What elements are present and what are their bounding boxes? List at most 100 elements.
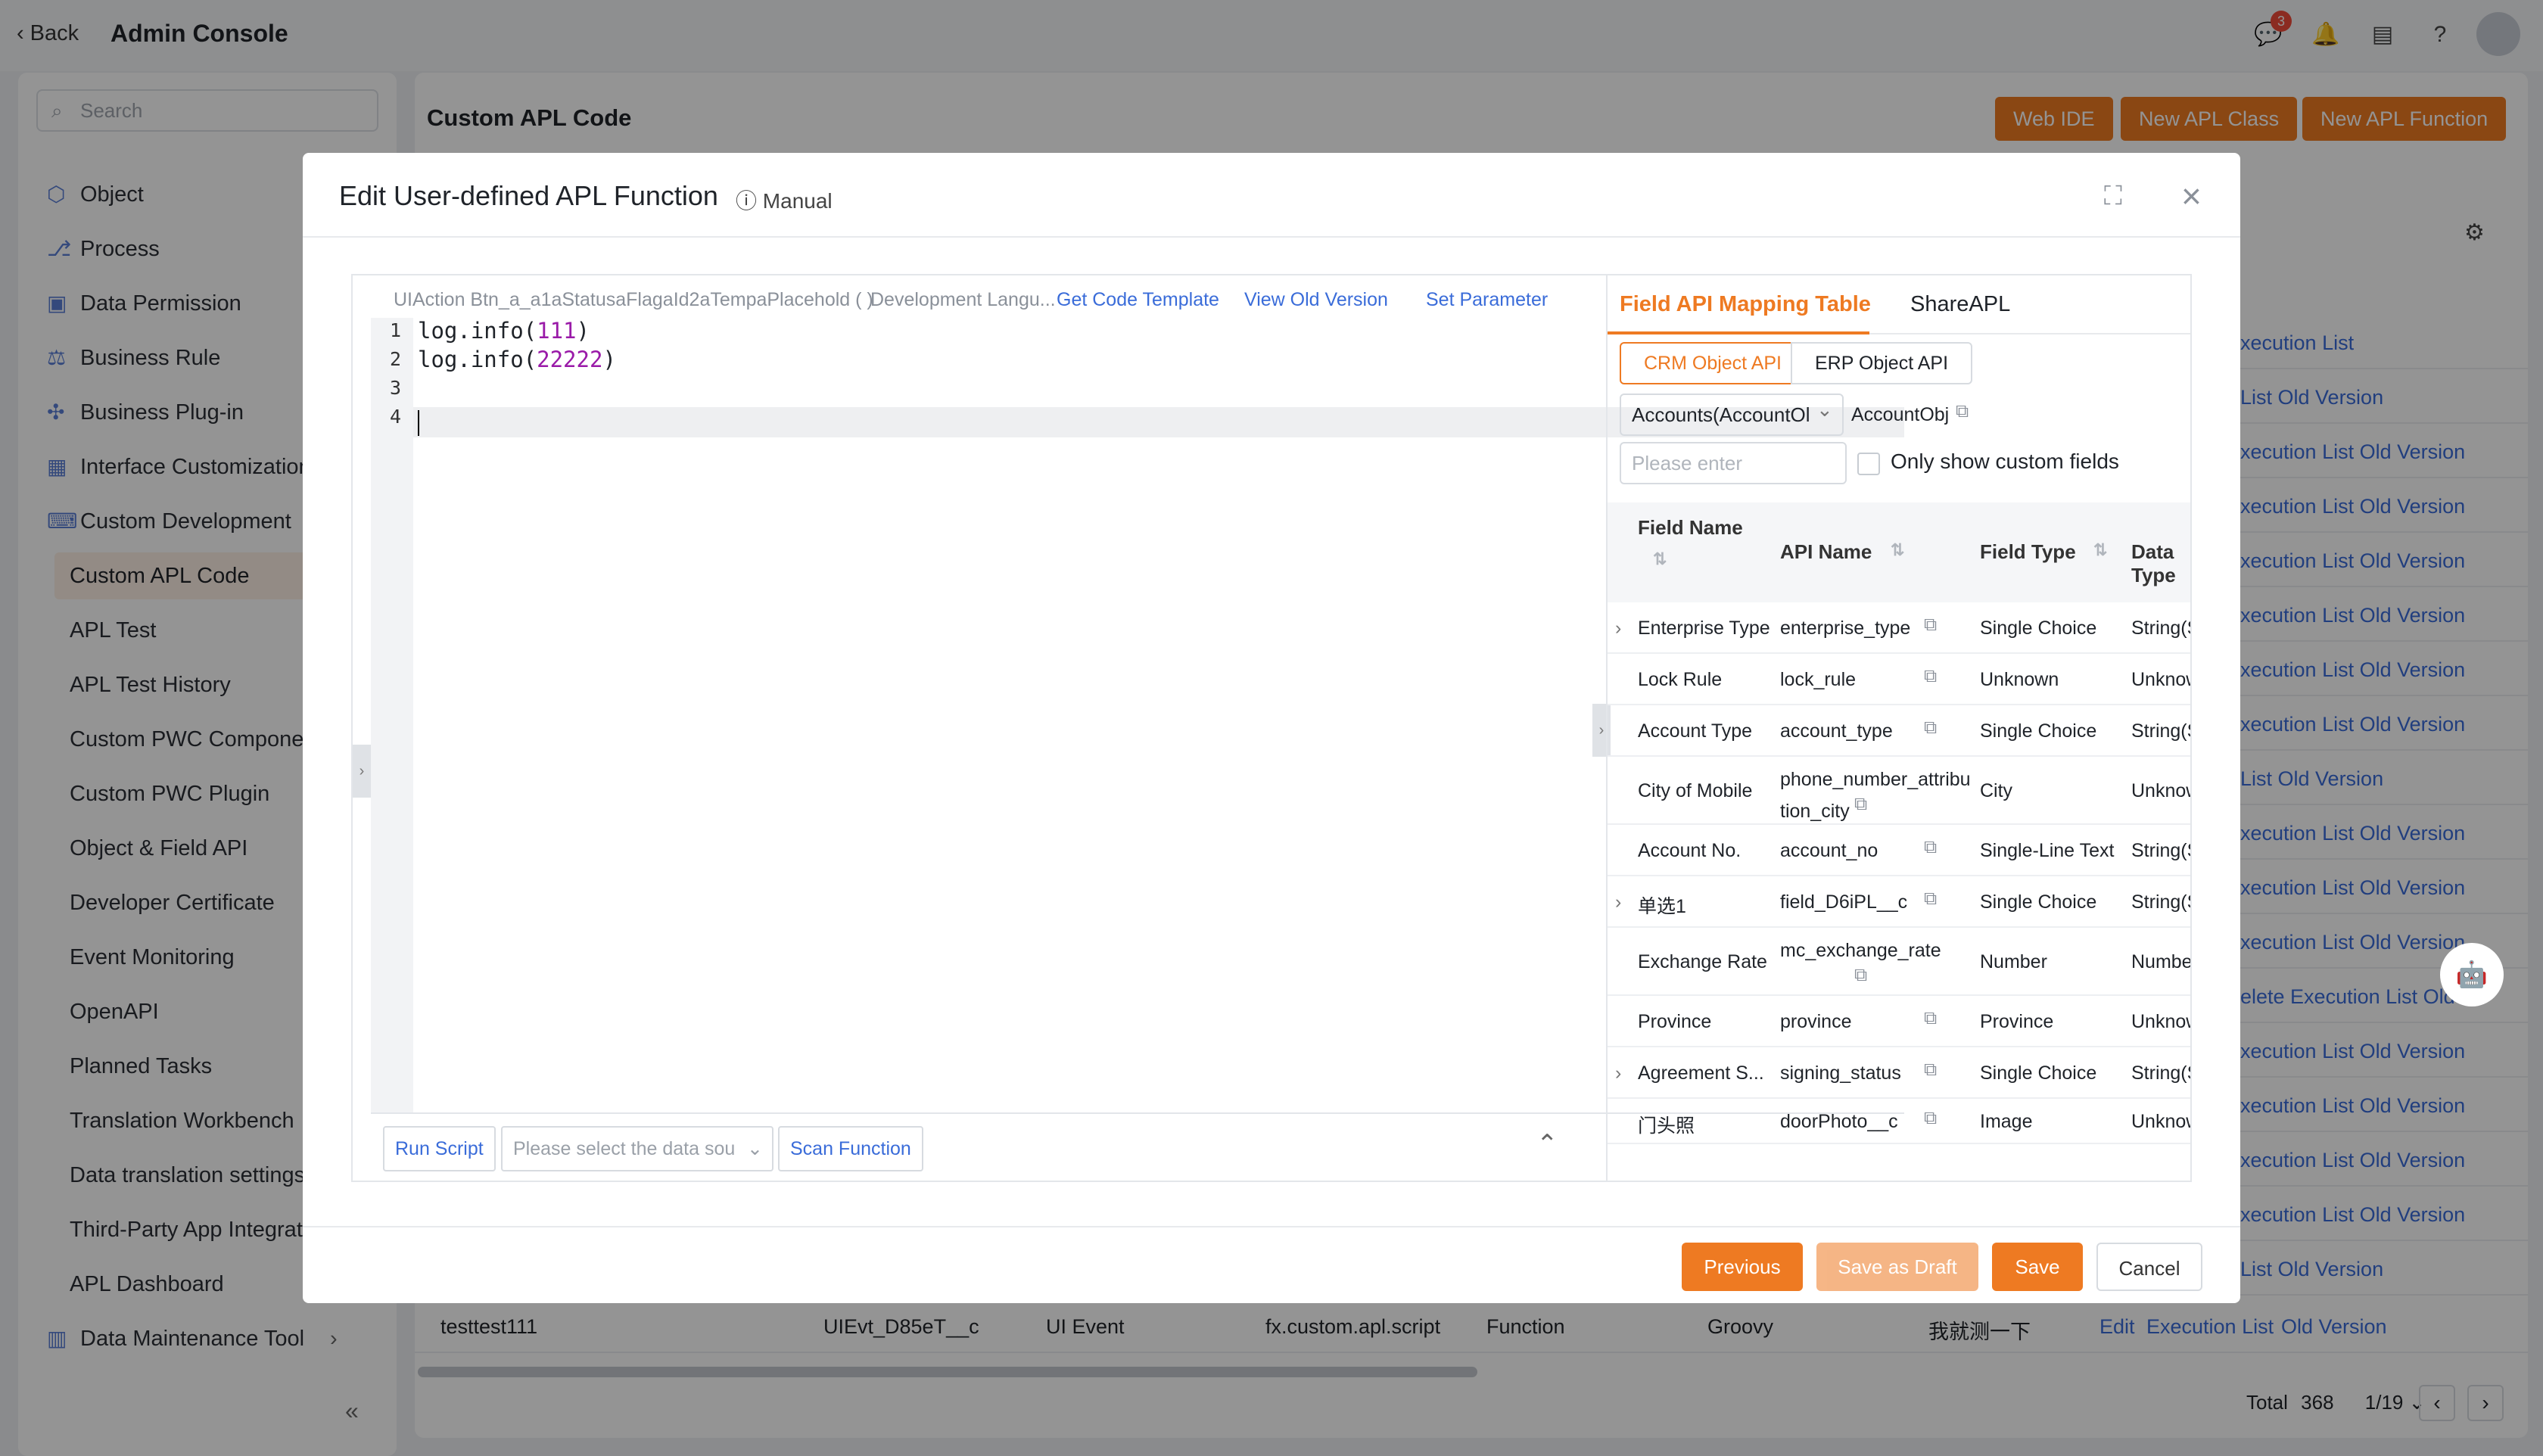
- table-row: Exchange Rate mc_exchange_rate Number Numbe…: [1608, 928, 2190, 996]
- view-old-version-link[interactable]: View Old Version: [1244, 289, 1388, 311]
- expand-icon[interactable]: ›: [1615, 1062, 1621, 1084]
- cancel-button[interactable]: Cancel: [2096, 1243, 2202, 1291]
- field-type: Province: [1980, 1011, 2054, 1032]
- assistant-bot-icon[interactable]: 🤖: [2440, 943, 2504, 1006]
- table-row: Lock Rule lock_rule Unknown Unknown ⧉: [1608, 654, 2190, 705]
- field-name: Lock Rule: [1638, 669, 1723, 690]
- manual-link[interactable]: ⓘ Manual: [736, 185, 833, 215]
- save-as-draft-button[interactable]: Save as Draft: [1816, 1243, 1978, 1291]
- line-number: 1: [389, 319, 401, 341]
- api-name: enterprise_type: [1780, 618, 1911, 639]
- expand-icon[interactable]: ›: [1615, 891, 1621, 913]
- field-type: City: [1980, 780, 2013, 801]
- data-type: String(String): [2131, 840, 2190, 861]
- erp-object-api-tab[interactable]: ERP Object API: [1791, 342, 1973, 384]
- api-name: account_type: [1780, 720, 1893, 742]
- field-type: Single-Line Text: [1980, 840, 2115, 861]
- copy-icon[interactable]: ⧉: [1924, 1059, 1937, 1081]
- select-placeholder: Please select the data sou: [513, 1138, 736, 1159]
- column-data-type[interactable]: Data Type: [2131, 540, 2190, 587]
- copy-icon[interactable]: ⧉: [1956, 401, 1969, 422]
- data-type: String(String): [2131, 891, 2190, 913]
- custom-fields-checkbox[interactable]: [1857, 453, 1880, 475]
- run-script-button[interactable]: Run Script: [383, 1126, 496, 1171]
- expand-handle[interactable]: ›: [353, 745, 371, 798]
- data-type: Unknown: [2131, 669, 2190, 690]
- field-name: Account No.: [1638, 840, 1742, 861]
- chevron-down-icon: ⌄: [747, 1138, 763, 1159]
- chevron-down-icon: ⌄: [1816, 398, 1833, 421]
- divider: [303, 236, 2240, 238]
- api-name: phone_number_attribu tion_city: [1780, 769, 1971, 822]
- dialog-title: Edit User-defined APL Function: [339, 180, 718, 211]
- set-parameter-link[interactable]: Set Parameter: [1426, 289, 1548, 311]
- editor-container: UIAction Btn_a_a1aStatusaFlagaId2aTempaP…: [351, 274, 2192, 1182]
- table-row: Account No. account_no Single-Line Text Str…: [1608, 825, 2190, 876]
- sort-icon[interactable]: ⇅: [2093, 540, 2107, 560]
- field-type: Single Choice: [1980, 891, 2097, 913]
- copy-icon[interactable]: ⧉: [1854, 965, 1867, 986]
- data-type: Unknown: [2131, 1111, 2190, 1132]
- table-row: City of Mobile phone_number_attribu tion_…: [1608, 757, 2190, 825]
- divider: [303, 1226, 2240, 1227]
- field-type: Unknown: [1980, 669, 2059, 690]
- copy-icon[interactable]: ⧉: [1924, 1008, 1937, 1029]
- copy-icon[interactable]: ⧉: [1924, 888, 1937, 910]
- data-type: String(String): [2131, 720, 2190, 742]
- function-signature: UIAction Btn_a_a1aStatusaFlagaId2aTempaP…: [394, 289, 873, 310]
- field-name: City of Mobile: [1638, 780, 1753, 801]
- field-name: 门头照: [1638, 1115, 1695, 1137]
- line-number: 4: [389, 406, 401, 428]
- sort-icon[interactable]: ⇅: [1653, 549, 1667, 569]
- tab-field-api-mapping[interactable]: Field API Mapping Table: [1620, 292, 1871, 317]
- line-gutter: 1 2 3 4: [371, 318, 413, 1112]
- copy-icon[interactable]: ⧉: [1924, 837, 1937, 858]
- data-type: String(String): [2131, 618, 2190, 639]
- manual-label: Manual: [762, 189, 833, 213]
- column-field-type[interactable]: Field Type: [1980, 540, 2076, 564]
- column-field-name[interactable]: Field Name: [1638, 516, 1743, 540]
- copy-icon[interactable]: ⧉: [1924, 717, 1937, 739]
- previous-button[interactable]: Previous: [1682, 1243, 1803, 1291]
- development-language: Development Langu...: [870, 289, 1056, 310]
- field-name: Province: [1638, 1011, 1712, 1032]
- copy-icon[interactable]: ⧉: [1854, 794, 1867, 815]
- field-name: Exchange Rate: [1638, 951, 1767, 972]
- table-row: › 单选1 field_D6iPL__c Single Choice String(St…: [1608, 876, 2190, 928]
- copy-icon[interactable]: ⧉: [1924, 666, 1937, 687]
- data-source-select[interactable]: Please select the data sou ⌄: [501, 1126, 773, 1171]
- table-row: 门头照 doorPhoto__c Image Unknown ⧉: [1608, 1099, 2190, 1144]
- line-number: 2: [389, 348, 401, 370]
- api-name: signing_status: [1780, 1062, 1901, 1084]
- field-name: Enterprise Type: [1638, 618, 1770, 639]
- field-type: Image: [1980, 1111, 2033, 1132]
- get-code-template-link[interactable]: Get Code Template: [1057, 289, 1219, 311]
- object-select[interactable]: Accounts(AccountOl: [1620, 394, 1844, 436]
- field-name: Agreement S...: [1638, 1062, 1764, 1084]
- close-icon[interactable]: ×: [2181, 176, 2202, 216]
- column-api-name[interactable]: API Name: [1780, 540, 1872, 564]
- data-type: Unknown: [2131, 1011, 2190, 1032]
- field-filter-input[interactable]: Please enter: [1620, 442, 1847, 484]
- copy-icon[interactable]: ⧉: [1924, 614, 1937, 636]
- help-circle-icon: ⓘ: [736, 189, 758, 213]
- expand-icon[interactable]: ›: [1615, 618, 1621, 639]
- copy-icon[interactable]: ⧉: [1924, 1108, 1937, 1129]
- scan-function-button[interactable]: Scan Function: [778, 1126, 923, 1171]
- api-name: mc_exchange_rate: [1780, 940, 1941, 961]
- active-tab-indicator: [1608, 331, 1869, 334]
- sort-icon[interactable]: ⇅: [1891, 540, 1904, 560]
- api-name: province: [1780, 1011, 1852, 1032]
- field-type: Single Choice: [1980, 720, 2097, 742]
- chevron-up-icon[interactable]: ⌃: [1536, 1129, 1558, 1159]
- fullscreen-icon[interactable]: ⛶: [2104, 182, 2122, 211]
- tab-shareapl[interactable]: ShareAPL: [1910, 292, 2010, 317]
- crm-object-api-tab[interactable]: CRM Object API: [1620, 342, 1806, 384]
- field-name: Account Type: [1638, 720, 1753, 742]
- field-type: Single Choice: [1980, 618, 2097, 639]
- field-name: 单选1: [1638, 896, 1686, 917]
- line-number: 3: [389, 377, 401, 399]
- object-select-value: Accounts(AccountOl: [1632, 403, 1810, 426]
- api-name: lock_rule: [1780, 669, 1857, 690]
- save-button[interactable]: Save: [1992, 1243, 2083, 1291]
